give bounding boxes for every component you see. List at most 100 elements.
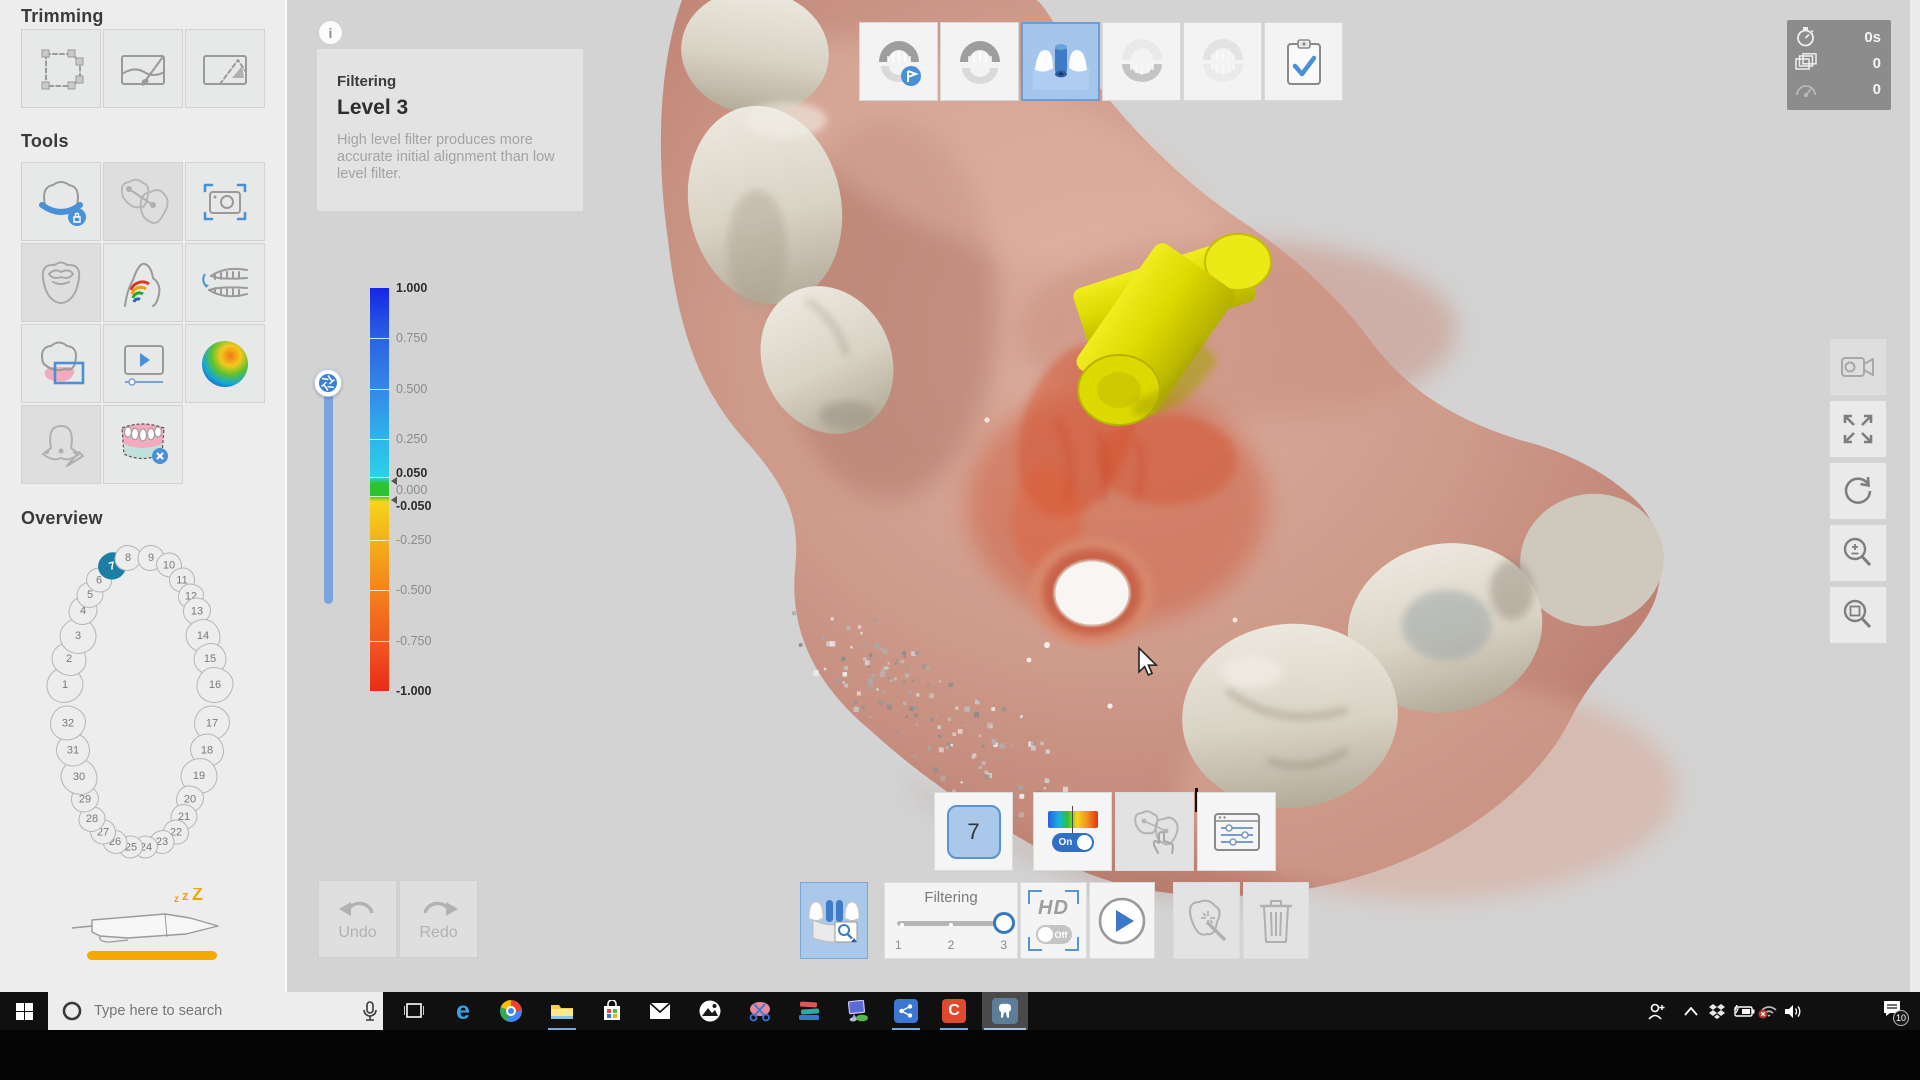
zoom-fit-button[interactable] [1829,586,1887,644]
scale-label--0.250: -0.250 [396,533,431,547]
taskbar-search[interactable] [48,992,383,1030]
scale-separator [370,439,389,440]
display-settings-button[interactable] [1197,792,1276,871]
edge-icon: e [456,997,470,1026]
tray-volume[interactable] [1778,992,1808,1030]
scale-label--0.750: -0.750 [396,634,431,648]
tray-dropbox[interactable] [1703,992,1731,1030]
auto-clean-button[interactable] [1173,882,1240,959]
taskbar-chrome[interactable] [489,992,533,1030]
filtering-slider-handle[interactable] [993,912,1015,934]
photos-icon [699,1000,721,1022]
hd-toggle-knob [1038,927,1053,942]
info-icon[interactable]: i [318,20,343,45]
undo-icon [339,896,377,922]
people-button[interactable] [1640,992,1674,1030]
tooth-16[interactable]: 16 [197,667,234,703]
zoom-in-out-button[interactable] [1829,524,1887,582]
taskbar-store[interactable] [590,992,634,1030]
wifi-error-icon [1758,1004,1778,1019]
scan-strategy-button[interactable] [800,882,868,959]
scale-slider-handle[interactable] [314,369,342,397]
fit-screen-button[interactable] [1829,400,1887,458]
hd-toggle-button[interactable]: HD Off [1020,882,1087,959]
taskbar-books[interactable] [787,992,831,1030]
share-app-icon [894,999,918,1023]
frames-icon [1795,53,1817,73]
taskbar-file-explorer[interactable] [540,992,584,1030]
scale-slider-track[interactable] [324,372,333,604]
taskbar-share-app[interactable] [884,992,928,1030]
undo-button[interactable]: Undo [318,880,397,958]
stage-scanbody-button[interactable] [1021,22,1100,101]
texture-toggle-button[interactable]: On [1033,792,1112,871]
scale-label-0.500: 0.500 [396,382,427,396]
filtering-slider-marks: 1 2 3 [895,938,1007,952]
taskbar-pc-app[interactable] [836,992,880,1030]
taskbar-snipping[interactable] [738,992,782,1030]
taskbar-camtasia[interactable]: C [932,992,976,1030]
maxilla-icon [952,34,1008,90]
trash-icon [1254,897,1298,945]
hd-corner-tr [1065,890,1079,904]
confirm-checklist-icon [1276,34,1332,90]
tray-expand-button[interactable] [1676,992,1706,1030]
viewport[interactable]: i Filtering Level 3 High level filter pr… [287,0,1920,992]
toggle-knob [1077,835,1092,850]
occlusion-icon [1195,34,1251,90]
reset-rotation-button[interactable] [1829,462,1887,520]
sleep-z1: z [174,894,179,905]
scale-separator [370,496,389,497]
texture-toggle[interactable]: On [1052,833,1094,852]
hd-toggle[interactable]: Off [1036,925,1072,944]
display-settings-icon [1211,810,1263,854]
taskbar-dental-app-active[interactable] [982,992,1028,1030]
zoom-fit-icon [1841,598,1875,632]
info-panel-title: Filtering [337,73,563,90]
scale-lower-marker [391,496,397,504]
search-input[interactable] [92,1002,326,1020]
stopwatch-icon [1795,26,1817,48]
scan-stats-overlay: 0s 0 0 [1787,20,1891,110]
sleep-z2: z [182,888,189,903]
start-button[interactable] [2,992,46,1030]
stage-occlusion-button[interactable] [1183,22,1262,101]
filtering-slider[interactable] [897,912,1005,934]
image-count-value: 0 [1873,55,1881,72]
right-edge-panel [1910,0,1920,992]
play-button[interactable] [1089,882,1155,959]
mark-1: 1 [895,938,902,952]
mandible-icon [1114,34,1170,90]
redo-button[interactable]: Redo [399,880,478,958]
scale-label-0.250: 0.250 [396,432,427,446]
microphone-icon[interactable] [362,1001,378,1021]
taskbar-mail[interactable] [638,992,682,1030]
task-view-button[interactable] [392,992,436,1030]
dropbox-icon [1709,1004,1725,1019]
scanner-sleep-indicator: z z Z [70,888,240,946]
color-scale-bar [370,288,389,691]
stage-mandible-button[interactable] [1102,22,1181,101]
notification-button[interactable]: 10 [1872,992,1912,1030]
taskbar-photos[interactable] [688,992,732,1030]
stage-confirm-button[interactable] [1264,22,1343,101]
dental-app-icon [992,998,1018,1024]
task-view-icon [404,1002,424,1020]
tooth-number-button[interactable]: 7 [934,792,1013,871]
scanbody-icon [1033,34,1089,90]
scan-speed-value: 0 [1873,81,1881,98]
delete-button[interactable] [1243,882,1309,959]
scale-label--1.000: -1.000 [396,684,431,698]
filtering-label: Filtering [924,889,977,906]
record-video-button[interactable] [1829,338,1887,396]
maxilla-scan-icon [871,34,927,90]
play-icon [1097,896,1147,946]
people-icon [1647,1002,1667,1020]
taskbar-edge[interactable]: e [441,992,485,1030]
stage-maxilla-button[interactable] [940,22,1019,101]
tooth-chart: 1234567891011121314151617181920212223242… [0,0,287,992]
scan-time-value: 0s [1864,29,1881,46]
stage-maxilla-scan-button[interactable] [859,22,938,101]
camtasia-icon: C [942,999,966,1023]
select-teeth-button[interactable] [1115,792,1194,871]
